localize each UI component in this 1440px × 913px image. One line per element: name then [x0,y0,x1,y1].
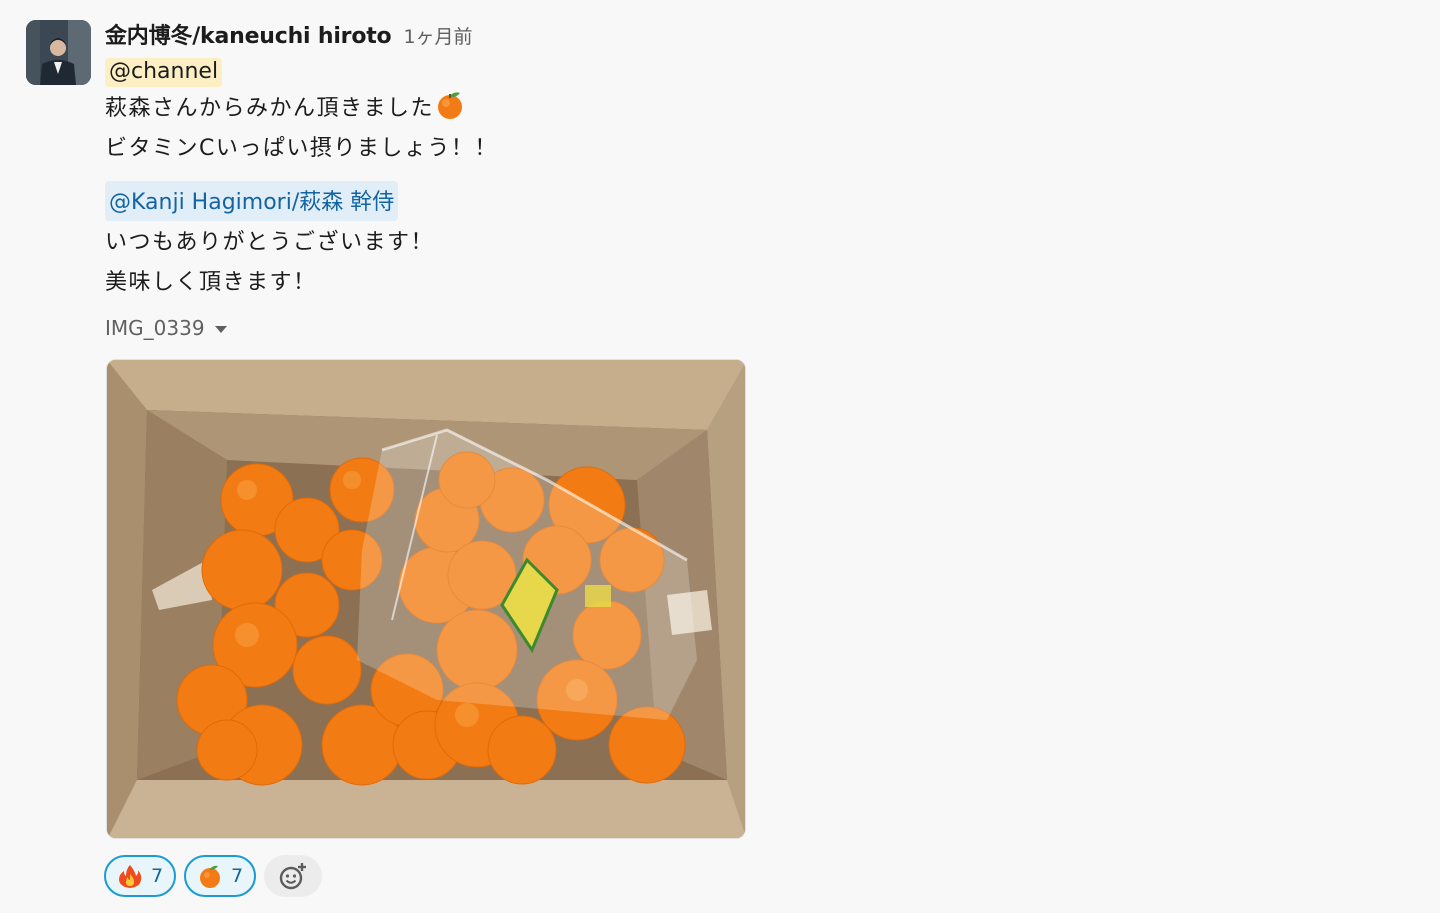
file-name-toggle[interactable]: IMG_0339 [105,313,1005,343]
avatar[interactable] [26,20,91,85]
photo-of-tangerines-in-box [107,360,745,838]
message-line: ビタミンCいっぱい摂りましょう！！ [105,129,1005,169]
tangerine-icon [199,865,220,888]
chevron-down-icon [214,325,227,333]
tangerine-icon [438,92,463,119]
user-mention[interactable]: @Kanji Hagimori/萩森 幹侍 [105,181,399,221]
message-line: 萩森さんからみかん頂きました [105,89,1005,129]
reaction-count: 7 [150,865,164,887]
message-line: いつもありがとうございます！ [105,223,1005,263]
reaction-fire[interactable]: 7 [104,855,176,897]
message-line: 美味しく頂きます！ [105,263,1005,303]
reaction-tangerine[interactable]: 7 [184,855,256,897]
reaction-count: 7 [230,865,244,887]
message-body: 金内博冬/kaneuchi hiroto 1ヶ月前 @channel 萩森さんか… [105,14,1005,343]
add-reaction-button[interactable] [264,855,322,897]
message-text: ビタミンCいっぱい摂りましょう！！ [105,136,498,161]
timestamp[interactable]: 1ヶ月前 [403,22,472,49]
file-name: IMG_0339 [105,316,205,340]
message-header: 金内博冬/kaneuchi hiroto 1ヶ月前 [105,14,1005,54]
add-emoji-icon [279,863,306,890]
channel-mention[interactable]: @channel [105,58,223,87]
author-name[interactable]: 金内博冬/kaneuchi hiroto [105,18,392,50]
message: 金内博冬/kaneuchi hiroto 1ヶ月前 @channel 萩森さんか… [0,0,1440,913]
reactions-bar: 7 7 [104,855,322,897]
message-text: 美味しく頂きます！ [105,270,317,295]
fire-icon [118,865,142,888]
message-text: いつもありがとうございます！ [105,230,435,255]
message-text: 萩森さんからみかん頂きました [105,96,435,121]
attached-image[interactable] [106,359,746,839]
